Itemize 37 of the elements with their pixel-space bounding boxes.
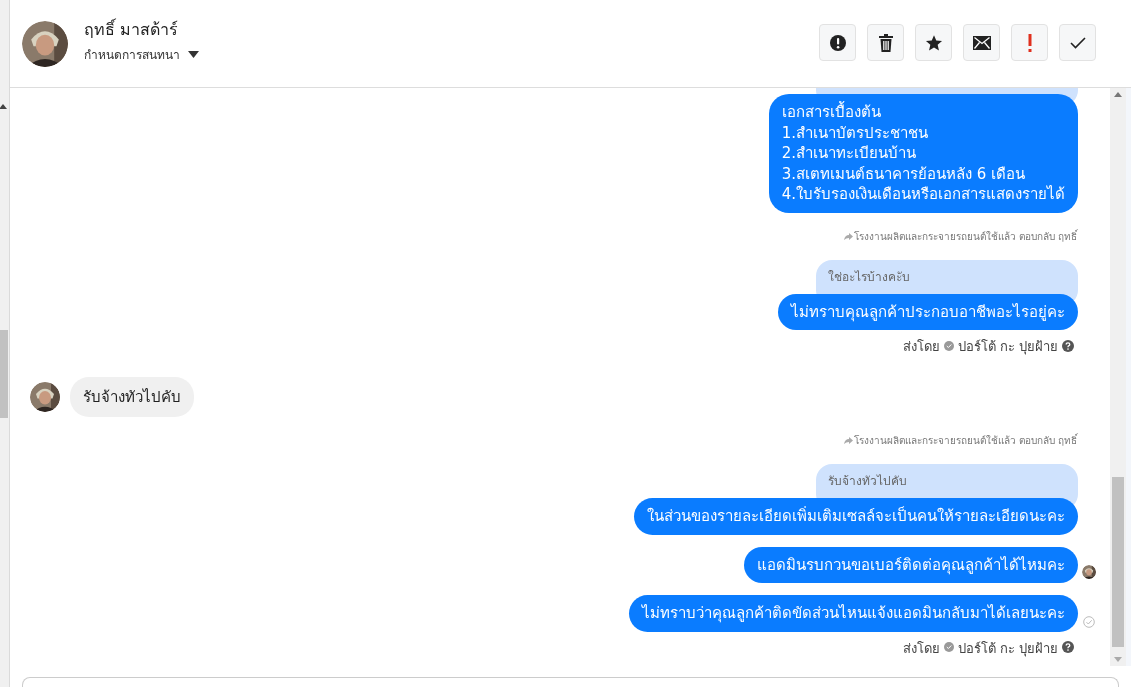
important-button[interactable] <box>1011 24 1048 61</box>
reply-arrow-icon <box>843 232 853 240</box>
sent-by-label: ส่งโดย <box>902 338 940 356</box>
sent-message: ไม่ทราบคุณลูกค้าประกอบอาชีพอะไรอยู่คะ <box>778 293 1078 330</box>
envelope-icon <box>972 35 991 50</box>
sender-name[interactable]: ปอร์โต้ กะ ปุยฝ้าย <box>957 635 1058 659</box>
sent-by-label: ส่งโดย <box>902 639 940 658</box>
star-button[interactable] <box>915 24 952 61</box>
verified-icon <box>943 340 954 351</box>
conversation-menu[interactable]: กำหนดการสนทนา <box>84 45 199 64</box>
scrollbar-thumb[interactable] <box>0 330 8 418</box>
reply-arrow-icon <box>843 437 853 444</box>
help-icon[interactable] <box>1062 339 1074 352</box>
done-button[interactable] <box>1059 24 1096 61</box>
reply-note: โรงงานผลิตและกระจายรถยนต์ใช้แล้ว ตอบกลับ ฤทธิ์ <box>853 433 1077 448</box>
sent-message: แอดมินรบกวนขอเบอร์ติดต่อคุณลูกค้าได้ไหมคะ <box>744 546 1078 583</box>
contact-name: ฤทธิ์ มาสด้าร์ <box>84 17 180 41</box>
exclamation-icon <box>1027 33 1032 52</box>
mail-button[interactable] <box>963 24 1000 61</box>
sender-name[interactable]: ปอร์โต้ กะ ปุยฝ้าย <box>957 334 1058 357</box>
checkmark-icon <box>1069 36 1086 49</box>
star-icon <box>924 33 943 52</box>
sent-message: ในส่วนของรายละเอียดเพิ่มเติมเซลล์จะเป็นคนให้รายละเอียดนะคะ <box>634 498 1078 535</box>
scroll-up-icon[interactable] <box>1114 92 1122 97</box>
alert-button[interactable] <box>819 24 856 61</box>
delete-button[interactable] <box>867 24 904 61</box>
caret-down-icon <box>188 51 199 58</box>
help-icon[interactable] <box>1062 641 1074 653</box>
reply-note: โรงงานผลิตและกระจายรถยนต์ใช้แล้ว ตอบกลับ ฤทธิ์ <box>853 228 1077 244</box>
sent-message: ไม่ทราบว่าคุณลูกค้าติดขัดส่วนไหนแจ้งแอดมินกลับมาได้เลยนะคะ <box>629 595 1078 632</box>
trash-icon <box>877 33 894 52</box>
sent-message: เอกสารเบื้องต้น 1.สำเนาบัตรประชาชน 2.สำเนาทะเบียนบ้าน 3.สเตทเมนต์ธนาคารย้อนหลัง 6 เดือน 4.ใบรับรองเงินเดือนหรือเอกสารแสดงรายได้ <box>768 94 1078 213</box>
scrollbar-thumb[interactable] <box>1112 477 1124 647</box>
received-message: รับจ้างทัวไปคับ <box>70 377 194 417</box>
verified-icon <box>943 642 954 652</box>
scroll-up-icon[interactable] <box>0 104 7 109</box>
alert-icon <box>828 33 847 52</box>
